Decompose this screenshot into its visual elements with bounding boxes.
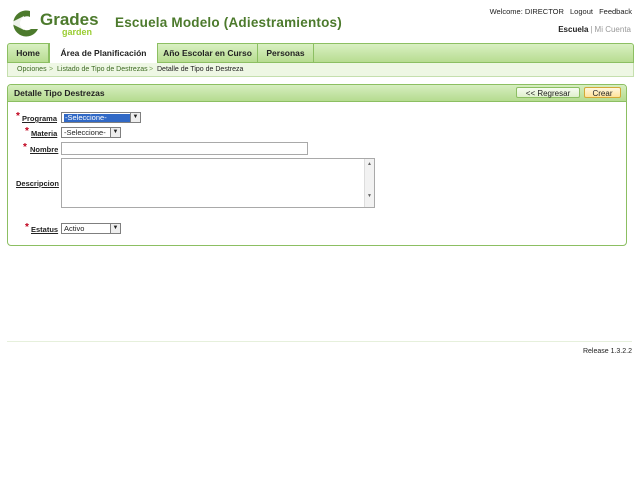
site-title: Escuela Modelo (Adiestramientos)	[115, 15, 342, 30]
materia-select[interactable]: -Seleccione- ▼	[61, 127, 121, 138]
tab-ano-escolar[interactable]: Año Escolar en Curso	[158, 44, 258, 62]
panel-header: Detalle Tipo Destrezas << Regresar Crear	[8, 85, 626, 102]
nombre-input[interactable]	[61, 142, 308, 155]
mi-cuenta-link[interactable]: Mi Cuenta	[595, 25, 631, 34]
estatus-label: Estatus	[31, 225, 59, 234]
release-version: Release 1.3.2.2	[582, 348, 632, 355]
logo-subword: garden	[62, 27, 92, 37]
panel-title: Detalle Tipo Destrezas	[14, 88, 105, 98]
textarea-scrollbar[interactable]: ▲ ▼	[364, 159, 374, 207]
breadcrumb-opciones[interactable]: Opciones	[17, 63, 47, 76]
create-button[interactable]: Crear	[584, 87, 621, 98]
required-marker: *	[23, 142, 27, 153]
chevron-down-icon[interactable]: ▼	[130, 113, 140, 122]
breadcrumb: Opciones > Listado de Tipo de Destrezas …	[7, 63, 634, 77]
required-marker: *	[16, 111, 20, 122]
user-toolbar: Welcome: DIRECTOR Logout Feedback	[486, 7, 632, 16]
required-marker: *	[25, 222, 29, 233]
logout-link[interactable]: Logout	[570, 7, 593, 16]
breadcrumb-separator: >	[149, 66, 154, 73]
tab-personas[interactable]: Personas	[258, 44, 314, 62]
grades-garden-logo[interactable]: Grades garden	[8, 7, 104, 39]
feedback-link[interactable]: Feedback	[599, 7, 632, 16]
programa-select[interactable]: -Seleccione- ▼	[61, 112, 141, 123]
welcome-text: Welcome: DIRECTOR	[489, 7, 564, 16]
required-marker: *	[25, 126, 29, 137]
breadcrumb-current: Detalle de Tipo de Destreza	[157, 66, 244, 73]
nombre-label: Nombre	[30, 145, 59, 154]
scroll-down-icon[interactable]: ▼	[367, 193, 372, 199]
programa-label: Programa	[22, 114, 58, 123]
main-nav: Home Área de Planificación Año Escolar e…	[7, 43, 634, 63]
descripcion-textarea[interactable]: ▲ ▼	[61, 158, 375, 208]
escuela-link[interactable]: Escuela	[558, 25, 588, 34]
footer-divider	[7, 341, 632, 342]
chevron-down-icon[interactable]: ▼	[110, 224, 120, 233]
scroll-up-icon[interactable]: ▲	[367, 161, 372, 167]
back-button[interactable]: << Regresar	[516, 87, 580, 98]
breadcrumb-separator: >	[49, 66, 54, 73]
chevron-down-icon[interactable]: ▼	[110, 128, 120, 137]
estatus-select[interactable]: Activo ▼	[61, 223, 121, 234]
account-switcher: Escuela | Mi Cuenta	[558, 25, 631, 34]
account-separator: |	[590, 25, 593, 34]
tab-home[interactable]: Home	[8, 44, 49, 62]
materia-label: Materia	[31, 129, 58, 138]
detail-panel: Detalle Tipo Destrezas << Regresar Crear…	[7, 84, 627, 246]
descripcion-label: Descripcion	[16, 179, 59, 188]
programa-selected-value: -Seleccione-	[64, 114, 130, 122]
breadcrumb-listado[interactable]: Listado de Tipo de Destrezas	[57, 63, 148, 76]
tab-area-planificacion[interactable]: Área de Planificación	[49, 43, 158, 63]
